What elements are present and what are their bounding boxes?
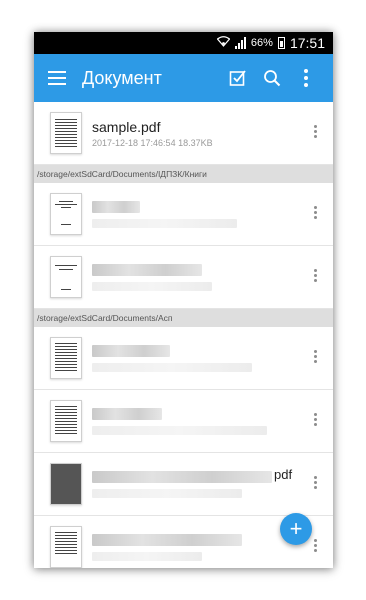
redacted-file-name bbox=[92, 200, 140, 213]
section-header: /storage/extSdCard/Documents/Асп bbox=[34, 309, 333, 327]
item-menu-icon[interactable] bbox=[314, 539, 317, 552]
redacted-file-meta bbox=[92, 362, 252, 372]
overflow-menu-icon[interactable] bbox=[289, 61, 323, 95]
redacted-file-name bbox=[92, 263, 202, 276]
clock: 17:51 bbox=[289, 35, 325, 51]
pdf-thumbnail bbox=[50, 256, 82, 298]
file-extension: pdf bbox=[274, 467, 293, 482]
section-header: /storage/extSdCard/Documents/ІДПЗК/Книги bbox=[34, 165, 333, 183]
phone-screen: 66% 17:51 Документ sample.pdf 2017-12-18… bbox=[34, 32, 333, 568]
item-menu-icon[interactable] bbox=[314, 125, 317, 138]
pdf-thumbnail bbox=[50, 526, 82, 568]
page-title: Документ bbox=[82, 67, 162, 88]
item-menu-icon[interactable] bbox=[314, 476, 317, 489]
battery-icon bbox=[277, 37, 285, 49]
file-name: sample.pdf bbox=[92, 118, 161, 135]
redacted-file-name bbox=[92, 344, 170, 357]
redacted-file-meta bbox=[92, 425, 267, 435]
redacted-file-name bbox=[92, 407, 162, 420]
status-bar: 66% 17:51 bbox=[34, 32, 333, 54]
redacted-file-meta bbox=[92, 551, 202, 561]
redacted-file-name bbox=[92, 470, 272, 483]
signal-icon bbox=[234, 37, 246, 49]
redacted-file-meta bbox=[92, 281, 212, 291]
item-menu-icon[interactable] bbox=[314, 413, 317, 426]
redacted-file-name bbox=[92, 533, 242, 546]
pdf-thumbnail bbox=[50, 463, 82, 505]
add-button[interactable]: + bbox=[280, 513, 312, 545]
redacted-file-meta bbox=[92, 218, 237, 228]
pdf-thumbnail bbox=[50, 193, 82, 235]
item-menu-icon[interactable] bbox=[314, 350, 317, 363]
pdf-thumbnail bbox=[50, 112, 82, 154]
item-menu-icon[interactable] bbox=[314, 269, 317, 282]
list-item[interactable] bbox=[34, 390, 333, 453]
file-meta: 2017-12-18 17:46:54 18.37KB bbox=[92, 137, 213, 148]
pdf-thumbnail bbox=[50, 400, 82, 442]
battery-percent: 66% bbox=[250, 37, 273, 49]
list-item[interactable]: sample.pdf 2017-12-18 17:46:54 18.37KB bbox=[34, 102, 333, 165]
search-icon[interactable] bbox=[255, 61, 289, 95]
list-item[interactable] bbox=[34, 183, 333, 246]
select-checkbox-icon[interactable] bbox=[221, 61, 255, 95]
list-item[interactable] bbox=[34, 246, 333, 309]
item-menu-icon[interactable] bbox=[314, 206, 317, 219]
file-list: sample.pdf 2017-12-18 17:46:54 18.37KB /… bbox=[34, 102, 333, 568]
list-item[interactable]: pdf bbox=[34, 453, 333, 516]
wifi-icon bbox=[216, 36, 231, 50]
pdf-thumbnail bbox=[50, 337, 82, 379]
list-item[interactable] bbox=[34, 327, 333, 390]
redacted-file-meta bbox=[92, 488, 242, 498]
app-bar: Документ bbox=[34, 54, 333, 102]
menu-icon[interactable] bbox=[48, 71, 66, 85]
